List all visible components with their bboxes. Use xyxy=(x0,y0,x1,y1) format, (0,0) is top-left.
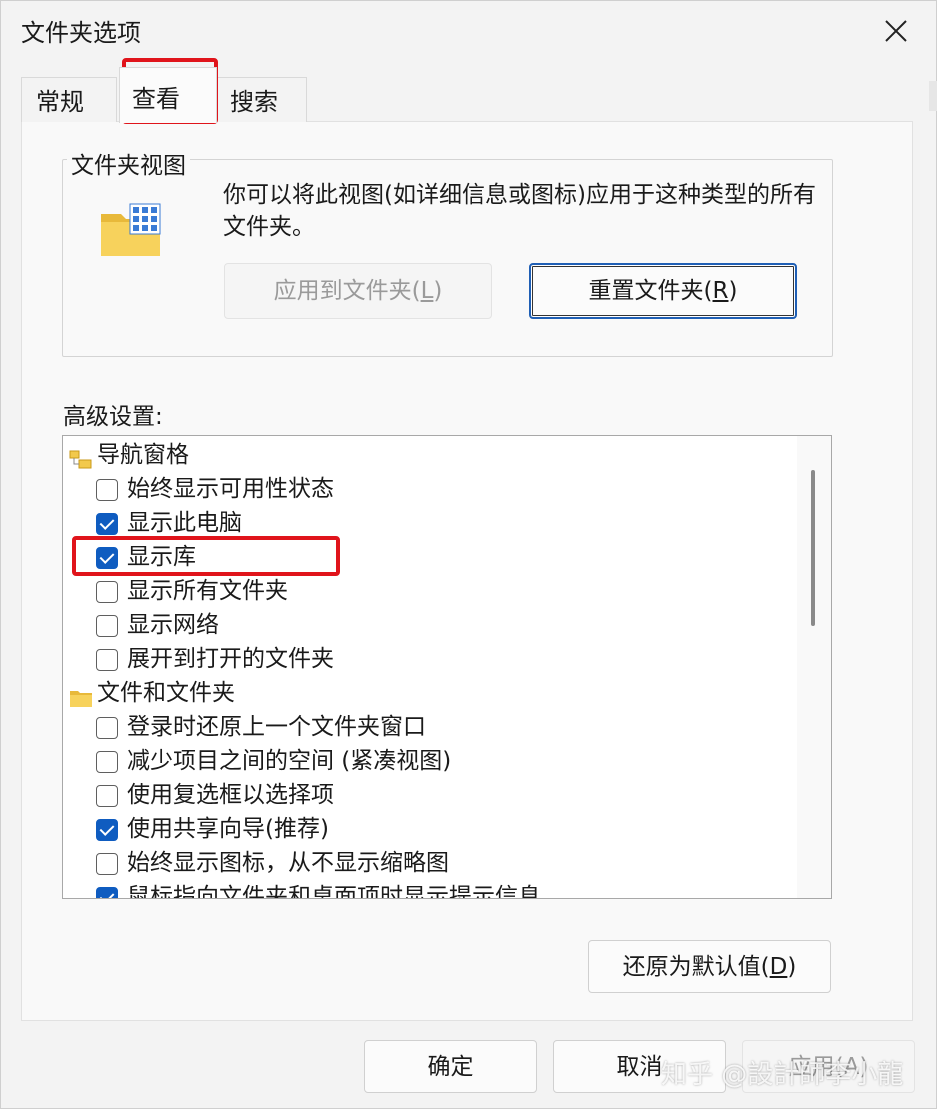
tree-option-label: 显示此电脑 xyxy=(127,510,242,536)
window-edge xyxy=(929,81,937,111)
tree-scrollbar[interactable] xyxy=(797,436,831,898)
checkbox-checked[interactable] xyxy=(96,513,118,535)
tree-category: 文件和文件夹 xyxy=(63,676,797,710)
apply-to-folders-close: ) xyxy=(433,278,443,304)
checkbox-unchecked[interactable] xyxy=(96,717,118,739)
tree-option[interactable]: 始终显示可用性状态 xyxy=(63,472,797,506)
restore-defaults-button[interactable]: 还原为默认值(D) xyxy=(588,940,831,993)
tree-option[interactable]: 显示此电脑 xyxy=(63,506,797,540)
folder-options-dialog: 文件夹选项 常规 查看 搜索 文件夹视图 你可以将此视图(如详细信息或图标)应用… xyxy=(0,0,937,1109)
tree-option-label: 显示所有文件夹 xyxy=(127,578,288,604)
watermark-text: 知乎 @設計師李小龍 xyxy=(661,1060,904,1090)
reset-folders-button[interactable]: 重置文件夹(R) xyxy=(529,263,797,319)
reset-folders-label: 重置文件夹( xyxy=(588,278,713,304)
tree-option-label: 使用共享向导(推荐) xyxy=(127,816,329,842)
tree-option[interactable]: 鼠标指向文件夹和桌面项时显示提示信息 xyxy=(63,880,797,899)
tree-category-label: 文件和文件夹 xyxy=(97,680,235,706)
checkbox-unchecked[interactable] xyxy=(96,649,118,671)
tree-option[interactable]: 登录时还原上一个文件夹窗口 xyxy=(63,710,797,744)
close-icon xyxy=(885,20,907,42)
ok-button[interactable]: 确定 xyxy=(364,1040,537,1093)
checkbox-unchecked[interactable] xyxy=(96,615,118,637)
checkbox-unchecked[interactable] xyxy=(96,581,118,603)
tree-category-label: 导航窗格 xyxy=(97,442,189,468)
restore-defaults-close: ) xyxy=(787,954,797,980)
tab-general[interactable]: 常规 xyxy=(21,77,117,122)
tree-option[interactable]: 始终显示图标，从不显示缩略图 xyxy=(63,846,797,880)
tree-option[interactable]: 展开到打开的文件夹 xyxy=(63,642,797,676)
restore-defaults-accel: D xyxy=(769,954,788,980)
tree-option[interactable]: 使用复选框以选择项 xyxy=(63,778,797,812)
tree-option-label: 鼠标指向文件夹和桌面项时显示提示信息 xyxy=(127,884,541,899)
tree-option-label: 展开到打开的文件夹 xyxy=(127,646,334,672)
apply-to-folders-button[interactable]: 应用到文件夹(L) xyxy=(224,263,492,319)
tree-option[interactable]: 显示网络 xyxy=(63,608,797,642)
advanced-settings-tree[interactable]: 导航窗格 始终显示可用性状态 显示此电脑 显示库 显示所有文件夹 显示网络 展开到打开的文件… xyxy=(62,435,832,899)
apply-to-folders-accel: L xyxy=(420,278,434,304)
folder-view-icon xyxy=(100,202,162,262)
tree-option-label: 登录时还原上一个文件夹窗口 xyxy=(127,714,426,740)
scrollbar-thumb[interactable] xyxy=(811,470,815,626)
checkbox-checked[interactable] xyxy=(96,887,118,898)
checkbox-unchecked[interactable] xyxy=(96,479,118,501)
folder-views-description: 你可以将此视图(如详细信息或图标)应用于这种类型的所有文件夹。 xyxy=(223,182,816,240)
advanced-settings-label: 高级设置: xyxy=(63,404,163,430)
reset-folders-close: ) xyxy=(728,278,738,304)
window-title: 文件夹选项 xyxy=(21,19,141,47)
highlight-box-show-libraries xyxy=(72,536,340,576)
tree-option[interactable]: 使用共享向导(推荐) xyxy=(63,812,797,846)
checkbox-unchecked[interactable] xyxy=(96,751,118,773)
tree-option[interactable]: 减少项目之间的空间 (紧凑视图) xyxy=(63,744,797,778)
checkbox-unchecked[interactable] xyxy=(96,785,118,807)
reset-folders-accel: R xyxy=(712,278,729,304)
close-button[interactable] xyxy=(873,11,919,51)
tree-option-label: 显示网络 xyxy=(127,612,219,638)
checkbox-checked[interactable] xyxy=(96,819,118,841)
tree-option-label: 使用复选框以选择项 xyxy=(127,782,334,808)
tab-search[interactable]: 搜索 xyxy=(215,77,307,122)
checkbox-unchecked[interactable] xyxy=(96,853,118,875)
folder-views-title: 文件夹视图 xyxy=(67,146,190,180)
apply-to-folders-label: 应用到文件夹( xyxy=(273,278,421,304)
tab-view[interactable]: 查看 xyxy=(119,67,217,123)
tree-category: 导航窗格 xyxy=(63,438,797,472)
restore-defaults-label: 还原为默认值( xyxy=(622,954,770,980)
tree-option[interactable]: 显示所有文件夹 xyxy=(63,574,797,608)
tree-option-label: 始终显示可用性状态 xyxy=(127,476,334,502)
tree-option-label: 始终显示图标，从不显示缩略图 xyxy=(127,850,449,876)
tree-option-label: 减少项目之间的空间 (紧凑视图) xyxy=(127,748,452,774)
